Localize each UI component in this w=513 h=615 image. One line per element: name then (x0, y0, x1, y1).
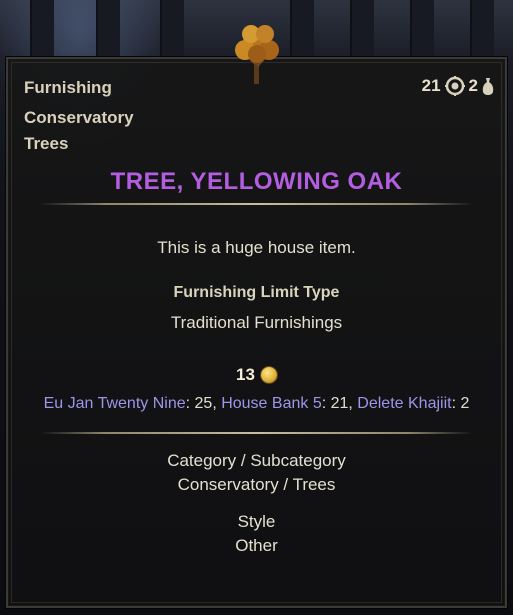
count-b: 2 (468, 76, 478, 95)
castle-battlement (30, 0, 54, 60)
separator: , (212, 395, 222, 412)
separator: , (348, 395, 358, 412)
category-label: Category / Subcategory (167, 451, 346, 470)
inventory-counts: Eu Jan Twenty Nine: 25, House Bank 5: 21… (0, 395, 513, 413)
location-count: 25 (194, 395, 213, 412)
tree-icon (235, 25, 279, 84)
gold-coin-icon (260, 367, 277, 383)
ouroboros-icon (444, 76, 465, 96)
separator: : (185, 395, 195, 412)
castle-battlement (160, 0, 184, 60)
location-count: 21 (330, 395, 349, 412)
location-name: House Bank 5 (221, 395, 322, 412)
castle-battlement (410, 0, 434, 60)
location-name: Delete Khajiit (357, 395, 452, 412)
item-price: 13 (0, 365, 513, 385)
title-divider (40, 203, 473, 205)
item-category: Conservatory (24, 108, 134, 127)
inventory-entry: Delete Khajiit: 2 (357, 395, 469, 412)
item-name: TREE, YELLOWING OAK (110, 168, 403, 195)
castle-battlement (290, 0, 314, 60)
style-label: Style (237, 512, 276, 531)
bag-icon (482, 78, 494, 95)
game-background: Furnishing Conservatory Trees 21 2 TREE,… (0, 0, 513, 615)
item-type: Furnishing (24, 78, 112, 97)
castle-battlement (96, 0, 120, 60)
style-value: Other (235, 536, 278, 555)
category-value: Conservatory / Trees (177, 475, 336, 494)
inventory-entry: Eu Jan Twenty Nine: 25, (44, 395, 222, 412)
separator: : (321, 395, 331, 412)
limit-type-label: Furnishing Limit Type (173, 284, 340, 301)
location-count: 2 (460, 395, 470, 412)
limit-type-value: Traditional Furnishings (170, 313, 343, 332)
item-description: This is a huge house item. (157, 238, 356, 257)
location-name: Eu Jan Twenty Nine (43, 395, 186, 412)
inventory-entry: House Bank 5: 21, (221, 395, 357, 412)
price-value: 13 (236, 365, 255, 384)
count-a: 21 (421, 76, 441, 95)
castle-battlement (350, 0, 374, 60)
item-subcategory: Trees (24, 134, 69, 153)
stack-counts: 21 2 (419, 75, 495, 97)
castle-battlement (470, 0, 494, 60)
details-divider (40, 432, 473, 434)
